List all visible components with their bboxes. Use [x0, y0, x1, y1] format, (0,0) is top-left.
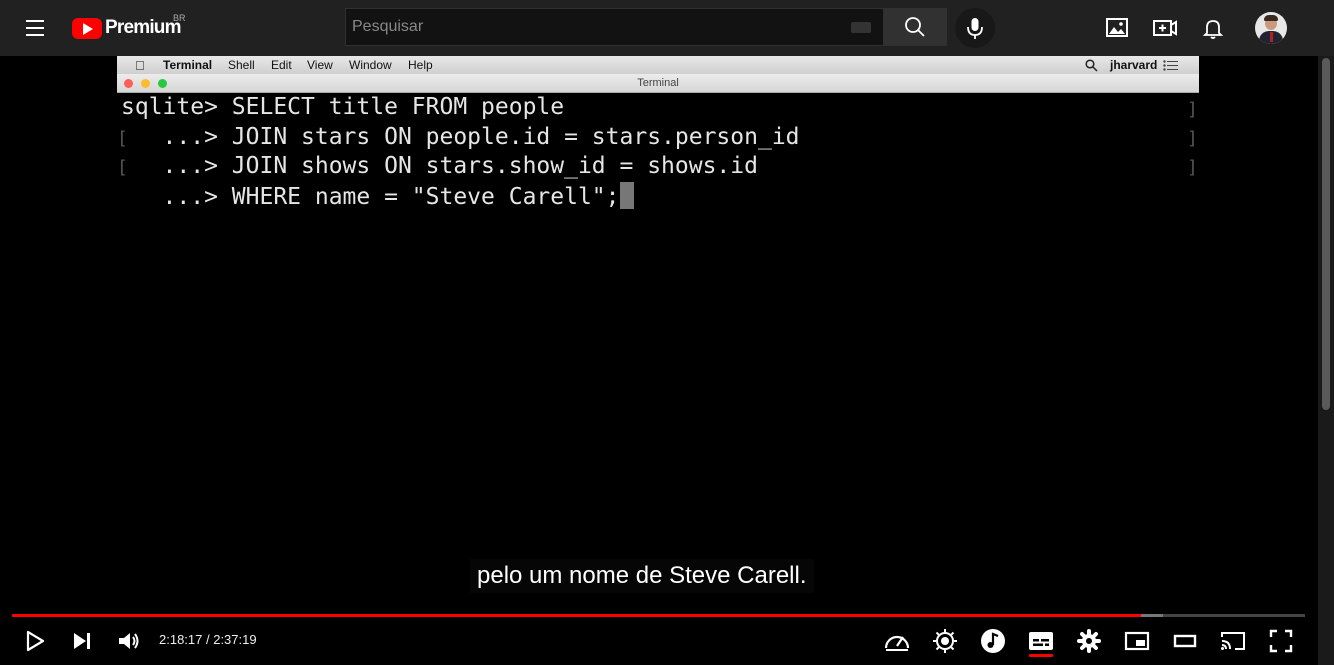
- progress-played: [12, 614, 1141, 617]
- bell-icon[interactable]: [1199, 14, 1227, 42]
- theater-icon: [1173, 634, 1197, 648]
- masthead: Premium BR: [0, 0, 1334, 56]
- youtube-premium-logo[interactable]: Premium BR: [72, 13, 186, 40]
- fullscreen-button[interactable]: [1268, 628, 1294, 654]
- search-button[interactable]: [883, 8, 947, 46]
- terminal-line: sqlite> SELECT title FROM people: [121, 94, 565, 120]
- search-input[interactable]: [346, 9, 826, 45]
- play-icon: [26, 630, 45, 652]
- mac-menu-item: View: [307, 58, 333, 72]
- mac-menubar:  Terminal Shell Edit View Window Help j…: [117, 56, 1199, 74]
- mac-menu-item: Window: [349, 58, 392, 72]
- mac-menu-item: Help: [408, 58, 433, 72]
- speed-icon: [884, 635, 910, 651]
- logo-text: Premium: [105, 17, 182, 38]
- cast-icon: [1221, 632, 1245, 650]
- mac-menu-item: Edit: [271, 58, 292, 72]
- spotlight-icon: [1085, 59, 1098, 72]
- list-icon: [1163, 60, 1178, 71]
- terminal-cursor: [619, 181, 634, 209]
- play-button[interactable]: [22, 628, 48, 654]
- terminal-line: ...> JOIN stars ON people.id = stars.per…: [121, 123, 800, 150]
- video-player[interactable]:  Terminal Shell Edit View Window Help j…: [0, 56, 1316, 665]
- search-icon: [905, 17, 925, 37]
- mac-menu-item: Terminal: [163, 58, 213, 72]
- miniplayer-icon: [1124, 631, 1150, 651]
- country-code: BR: [173, 13, 186, 23]
- time-display: 2:18:17 / 2:37:19: [159, 632, 257, 647]
- miniplayer-button[interactable]: [1124, 628, 1150, 654]
- avatar[interactable]: [1255, 12, 1287, 44]
- volume-icon: [119, 633, 139, 649]
- create-icon[interactable]: [1151, 14, 1179, 42]
- progress-bar[interactable]: [12, 614, 1305, 617]
- subtitles-active-indicator: [1029, 654, 1053, 657]
- apple-icon: : [135, 58, 145, 73]
- subtitles-icon: [1029, 632, 1053, 650]
- subtitles-button[interactable]: [1028, 628, 1054, 654]
- mic-icon: [967, 18, 983, 39]
- voice-search-button[interactable]: [955, 8, 995, 48]
- theater-mode-button[interactable]: [1172, 628, 1198, 654]
- page-scrollbar-thumb[interactable]: [1322, 58, 1330, 410]
- brightness-button[interactable]: [932, 628, 958, 654]
- gear-icon: [1077, 629, 1101, 653]
- youtube-logo-icon: [72, 17, 102, 39]
- menu-icon[interactable]: [20, 16, 52, 40]
- terminal-titlebar: Terminal: [117, 74, 1199, 93]
- next-button[interactable]: [70, 628, 96, 654]
- brightness-icon: [933, 629, 957, 653]
- terminal-line: ...> WHERE name = "Steve Carell";: [121, 183, 620, 210]
- mac-menu-item: Shell: [228, 58, 255, 72]
- video-caption: pelo um nome de Steve Carell.: [470, 559, 814, 593]
- fullscreen-icon: [1269, 629, 1293, 653]
- speed-button[interactable]: [884, 628, 910, 654]
- terminal-line: ...> JOIN shows ON stars.show_id = shows…: [121, 153, 758, 179]
- music-icon: [981, 629, 1005, 653]
- search-box: [345, 8, 883, 46]
- settings-button[interactable]: [1076, 628, 1102, 654]
- image-icon[interactable]: [1103, 14, 1131, 42]
- volume-button[interactable]: [116, 628, 142, 654]
- keyboard-icon[interactable]: [851, 22, 871, 33]
- music-button[interactable]: [980, 628, 1006, 654]
- cast-button[interactable]: [1220, 628, 1246, 654]
- mac-user-name: jharvard: [1110, 58, 1158, 72]
- terminal-title: Terminal: [637, 77, 679, 89]
- next-icon: [74, 633, 90, 649]
